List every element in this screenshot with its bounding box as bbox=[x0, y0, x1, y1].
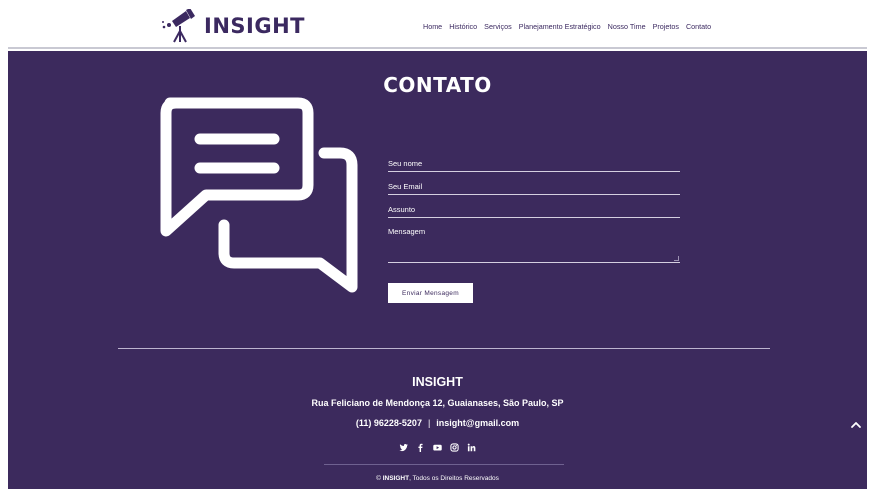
footer-email[interactable]: insight@gmail.com bbox=[436, 418, 519, 428]
contact-form: Seu nome Seu Email Assunto Mensagem bbox=[388, 149, 680, 263]
header-divider bbox=[8, 47, 867, 49]
nav-link-historico[interactable]: Histórico bbox=[449, 22, 477, 31]
site-header: INSIGHT Home Histórico Serviços Planejam… bbox=[0, 0, 869, 50]
chat-bubbles-icon bbox=[160, 97, 358, 293]
nav-link-servicos[interactable]: Serviços bbox=[484, 22, 512, 31]
email-field[interactable]: Seu Email bbox=[388, 172, 680, 195]
copyright-brand: INSIGHT bbox=[382, 475, 410, 482]
logo-text: INSIGHT bbox=[204, 14, 305, 38]
logo[interactable]: INSIGHT bbox=[160, 9, 305, 43]
footer-separator: | bbox=[427, 418, 431, 428]
contact-section: CONTATO Seu nome Seu Email Assunto Mensa… bbox=[8, 51, 867, 489]
telescope-icon bbox=[162, 9, 195, 43]
copyright-text: , Todos os Direitos Reservados bbox=[409, 475, 499, 482]
nav-link-home[interactable]: Home bbox=[423, 22, 442, 31]
copyright: © INSIGHT, Todos os Direitos Reservados bbox=[8, 475, 867, 482]
footer-address: Rua Feliciano de Mendonça 12, Guaianases… bbox=[311, 398, 564, 408]
subject-field[interactable]: Assunto bbox=[388, 195, 680, 218]
instagram-icon[interactable] bbox=[450, 439, 459, 452]
footer-contact: (11) 96228-5207 | insight@gmail.com bbox=[8, 418, 867, 428]
message-textarea[interactable]: Mensagem bbox=[388, 225, 680, 263]
twitter-icon[interactable] bbox=[399, 439, 408, 452]
footer-divider bbox=[324, 464, 564, 465]
copyright-symbol: © bbox=[376, 475, 381, 482]
message-field-label: Mensagem bbox=[388, 227, 426, 236]
resize-handle-icon[interactable] bbox=[674, 256, 679, 261]
nav-link-nosso-time[interactable]: Nosso Time bbox=[608, 22, 646, 31]
footer-brand: INSIGHT bbox=[412, 375, 463, 389]
nav-link-contato[interactable]: Contato bbox=[686, 22, 711, 31]
linkedin-icon[interactable] bbox=[467, 439, 476, 452]
name-field-label: Seu nome bbox=[388, 159, 423, 168]
youtube-icon[interactable] bbox=[433, 439, 442, 451]
nav-link-projetos[interactable]: Projetos bbox=[653, 22, 679, 31]
send-message-button[interactable]: Enviar Mensagem bbox=[388, 283, 473, 303]
name-field[interactable]: Seu nome bbox=[388, 149, 680, 172]
section-divider bbox=[118, 348, 770, 349]
facebook-icon[interactable] bbox=[416, 439, 425, 452]
section-title: CONTATO bbox=[383, 73, 492, 97]
subject-field-label: Assunto bbox=[388, 205, 416, 214]
chevron-up-icon[interactable] bbox=[850, 420, 862, 430]
footer-phone: (11) 96228-5207 bbox=[355, 418, 422, 428]
main-nav: Home Histórico Serviços Planejamento Est… bbox=[423, 22, 711, 31]
social-links bbox=[8, 439, 867, 452]
email-field-label: Seu Email bbox=[388, 182, 423, 191]
nav-link-planejamento[interactable]: Planejamento Estratégico bbox=[519, 22, 601, 31]
